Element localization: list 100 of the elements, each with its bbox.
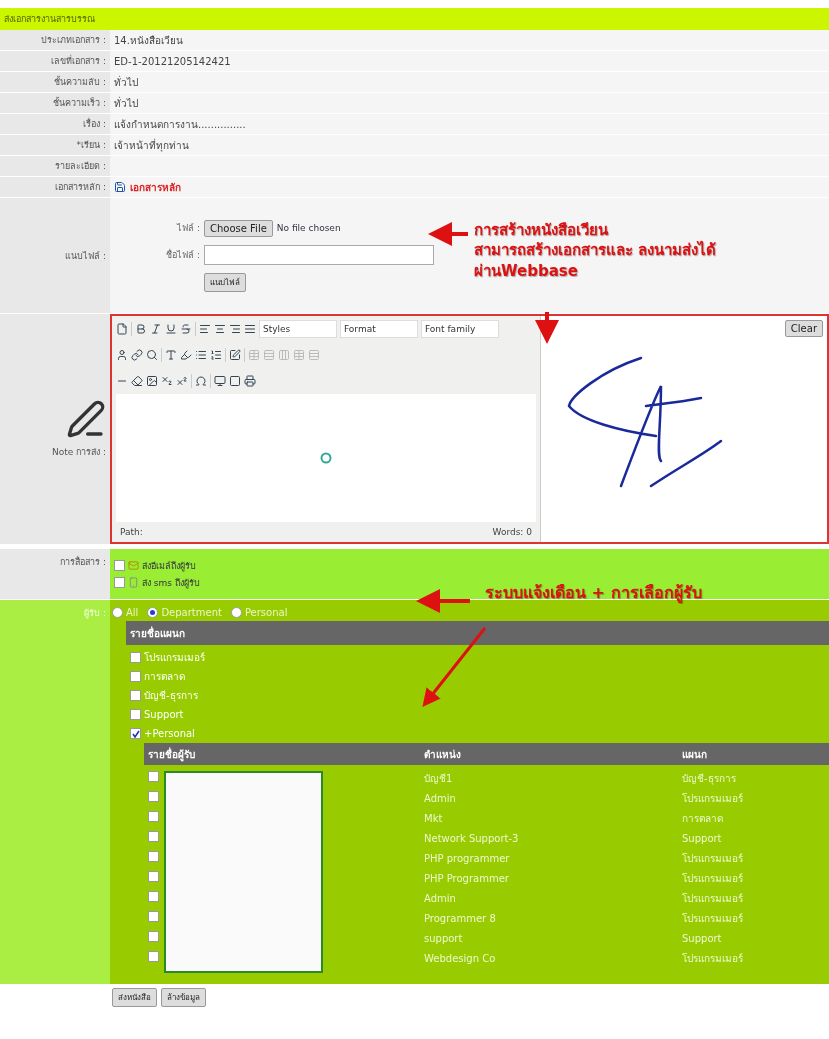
image-icon[interactable]: [146, 375, 158, 387]
envelope-icon: [128, 560, 139, 571]
superscript-icon[interactable]: [176, 375, 188, 387]
checkbox[interactable]: [130, 728, 141, 739]
file-status: No file chosen: [276, 223, 341, 233]
arrow: [416, 589, 470, 613]
loading-spinner-icon: [320, 452, 332, 464]
department-heading: รายชื่อแผนก: [126, 621, 829, 645]
table-cell-text: support: [423, 932, 464, 944]
numbered-list-icon[interactable]: [210, 349, 222, 361]
font-family-dropdown[interactable]: Font family: [421, 320, 499, 338]
table-cell-text: Admin: [423, 792, 457, 804]
pen-icon: [66, 399, 106, 439]
bullet-list-icon[interactable]: [195, 349, 207, 361]
field-label: เอกสารหลัก :: [55, 181, 106, 194]
align-right-icon[interactable]: [229, 323, 241, 335]
edit-icon[interactable]: [229, 349, 241, 361]
radio-button[interactable]: [230, 607, 242, 618]
printer-icon[interactable]: [244, 375, 256, 387]
department-label: Support: [144, 709, 184, 720]
link-icon[interactable]: [131, 349, 143, 361]
annotation-text: การสร้างหนังสือเวียน: [474, 220, 609, 241]
checkbox[interactable]: [148, 891, 159, 902]
table-cell-text: Programmer 8: [423, 912, 497, 924]
format-dropdown[interactable]: Format: [340, 320, 418, 338]
field-label: Note การส่ง :: [51, 446, 106, 459]
annotation-text: ระบบแจ้งเดือน + การเลือกผู้รับ: [485, 582, 702, 604]
checkbox[interactable]: [130, 690, 141, 701]
checkbox[interactable]: [148, 931, 159, 942]
field-label: การสื่อสาร :: [60, 555, 106, 569]
table-cell-text: โปรแกรมเมอร์: [681, 871, 744, 886]
checkbox[interactable]: [130, 671, 141, 682]
checkbox[interactable]: [148, 831, 159, 842]
choose-file-button[interactable]: Choose File: [204, 219, 273, 237]
file-name-field[interactable]: [204, 244, 434, 265]
radio-label: All: [126, 607, 139, 618]
checkbox[interactable]: [148, 791, 159, 802]
column-header: รายชื่อผู้รับ: [147, 746, 196, 762]
omega-icon[interactable]: [195, 375, 207, 387]
styles-dropdown[interactable]: Styles: [259, 320, 337, 338]
checkbox[interactable]: [114, 560, 125, 571]
table-cell-text: Support: [681, 832, 723, 844]
checkbox[interactable]: [148, 951, 159, 962]
page-header: ส่งเอกสารงานสารบรรณ: [0, 8, 829, 30]
option-label: ส่ง sms ถึงผู้รับ: [142, 576, 200, 590]
monitor-icon[interactable]: [214, 375, 226, 387]
align-left-icon[interactable]: [199, 323, 211, 335]
field-label: แนบไฟล์ :: [65, 249, 106, 263]
recipient-listbox[interactable]: [164, 771, 323, 973]
checkbox[interactable]: [148, 871, 159, 882]
checkbox[interactable]: [148, 771, 159, 782]
option-label: ส่งอีเมล์ถึงผู้รับ: [142, 559, 196, 573]
text-color-icon[interactable]: [165, 349, 177, 361]
checkbox[interactable]: [130, 652, 141, 663]
radio-button[interactable]: [112, 607, 123, 618]
path-label: Path:: [120, 527, 143, 537]
phone-icon: [128, 577, 139, 588]
field-label: ชั้นความลับ :: [54, 75, 106, 89]
annotation-text: สามารถสร้างเอกสารและ ลงนามส่งได้: [474, 240, 717, 261]
column-header: แผนก: [681, 747, 708, 762]
table-cell-text: Support: [681, 932, 723, 944]
table-cell-text: Mkt: [423, 812, 444, 824]
department-label: บัญชี-ธุรการ: [144, 689, 198, 703]
form-button[interactable]: ล้างข้อมูล: [161, 988, 206, 1007]
table-cell-text: Network Support-3: [423, 832, 520, 844]
table-cell-text: โปรแกรมเมอร์: [681, 851, 744, 866]
form-button[interactable]: ส่งหนังสือ: [112, 988, 157, 1007]
radio-button[interactable]: [147, 607, 159, 618]
checkbox[interactable]: [130, 709, 141, 720]
align-center-icon[interactable]: [214, 323, 226, 335]
table-cell-text: โปรแกรมเมอร์: [681, 951, 744, 966]
field-label: ประเภทเอกสาร :: [41, 34, 106, 47]
checkbox[interactable]: [148, 911, 159, 922]
checkbox[interactable]: [148, 811, 159, 822]
field-label: เรื่อง :: [83, 117, 106, 131]
underline-icon[interactable]: [165, 323, 177, 335]
search-icon[interactable]: [146, 349, 158, 361]
clear-button[interactable]: Clear: [784, 320, 823, 337]
word-count: Words: 0: [492, 527, 532, 537]
eraser-icon[interactable]: [131, 375, 143, 387]
field-value: 14.หนังสือเวียน: [114, 33, 183, 48]
italic-icon[interactable]: [150, 323, 162, 335]
field-label: รายละเอียด :: [55, 160, 106, 173]
field-label: ไฟล์ :: [177, 222, 201, 235]
main-document-link[interactable]: เอกสารหลัก: [130, 179, 181, 195]
annotation-text: ผ่านWebbase: [474, 260, 579, 281]
user-icon[interactable]: [116, 349, 128, 361]
field-label: ผู้รับ :: [84, 607, 106, 620]
strikethrough-icon[interactable]: [180, 323, 192, 335]
align-justify-icon[interactable]: [244, 323, 256, 335]
field-label: เลขที่เอกสาร :: [51, 54, 106, 68]
checkbox[interactable]: [114, 577, 125, 588]
field-value: ทั่วไป: [114, 74, 138, 90]
bold-icon[interactable]: [135, 323, 147, 335]
table-cell-text: โปรแกรมเมอร์: [681, 791, 744, 806]
checkbox[interactable]: [148, 851, 159, 862]
new-document-icon[interactable]: [116, 323, 128, 335]
highlighter-icon[interactable]: [180, 349, 192, 361]
subscript-icon[interactable]: [161, 375, 173, 387]
attach-button[interactable]: แนบไฟล์: [204, 272, 246, 292]
